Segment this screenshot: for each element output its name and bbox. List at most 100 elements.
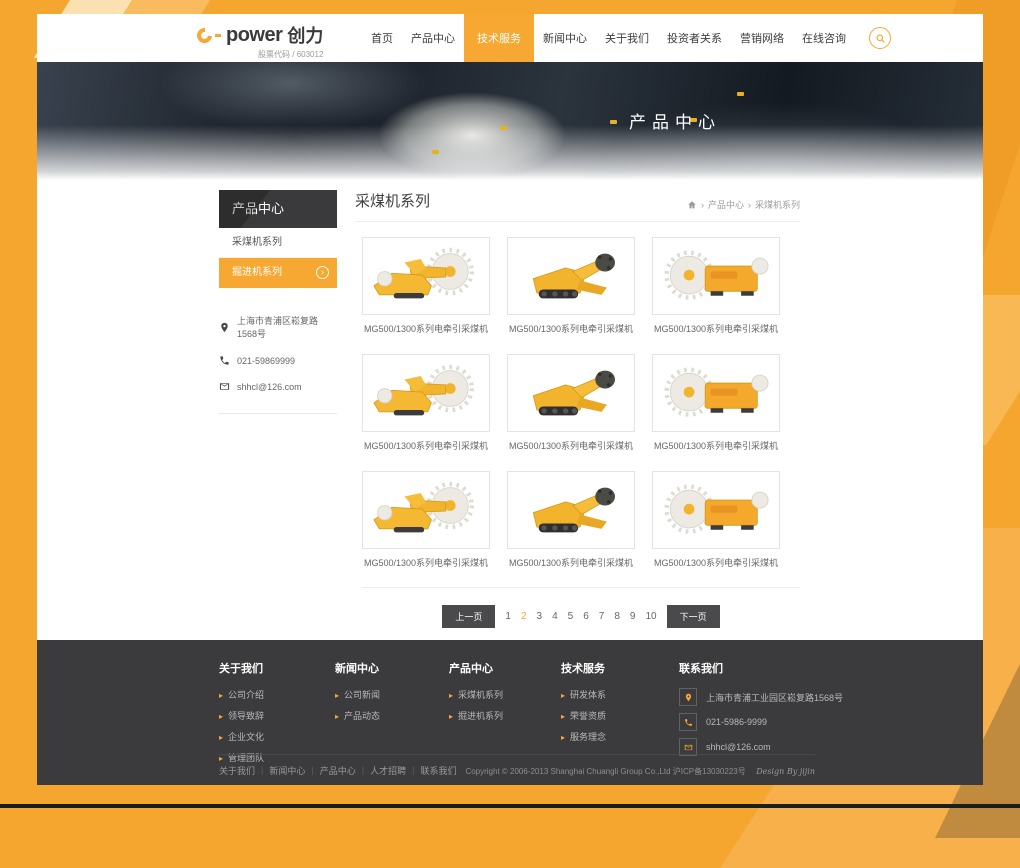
email-icon	[219, 381, 230, 392]
product-card[interactable]: MG500/1300系列电牵引采煤机	[507, 471, 635, 569]
page-4[interactable]: 4	[552, 611, 558, 622]
product-image-shearer-disc-right	[362, 471, 490, 549]
product-grid: MG500/1300系列电牵引采煤机 MG500/1300系列电牵引采煤机 MG…	[355, 237, 800, 569]
page-5[interactable]: 5	[568, 611, 574, 622]
product-card[interactable]: MG500/1300系列电牵引采煤机	[362, 354, 490, 452]
nav-item-tech-service[interactable]: 技术服务	[464, 14, 534, 62]
footer-link[interactable]: 服务理念	[561, 730, 679, 743]
product-image-roadheader	[507, 237, 635, 315]
link-separator: |	[412, 765, 414, 775]
product-card[interactable]: MG500/1300系列电牵引采煤机	[652, 237, 780, 335]
navbar: power 创力 股票代码 / 603012 首页 产品中心 技术服务 新闻中心…	[37, 14, 983, 62]
product-card[interactable]: MG500/1300系列电牵引采煤机	[507, 354, 635, 452]
nav-menu: 首页 产品中心 技术服务 新闻中心 关于我们 投资者关系 营销网络 在线咨询	[362, 14, 891, 62]
breadcrumb: › 产品中心 › 采煤机系列	[687, 198, 800, 211]
link-separator: |	[261, 765, 263, 775]
nav-item-marketing[interactable]: 营销网络	[731, 14, 793, 62]
sidebar: 产品中心 采煤机系列 掘进机系列 › 上海市青浦区崧复路1568号 021-59…	[219, 180, 337, 414]
bottom-link-careers[interactable]: 人才招聘	[370, 764, 406, 777]
product-title: MG500/1300系列电牵引采煤机	[507, 556, 635, 569]
logo-text: power	[226, 24, 282, 47]
page-2-current[interactable]: 2	[521, 611, 527, 622]
product-card[interactable]: MG500/1300系列电牵引采煤机	[362, 471, 490, 569]
nav-item-home[interactable]: 首页	[362, 14, 402, 62]
footer-link[interactable]: 研发体系	[561, 688, 679, 701]
truck-speck	[432, 150, 439, 154]
footer-email: shhcl@126.com	[706, 742, 771, 752]
prev-page-button[interactable]: 上一页	[442, 605, 495, 628]
page-title: 采煤机系列	[355, 190, 430, 211]
breadcrumb-current: 采煤机系列	[755, 198, 800, 211]
footer-link[interactable]: 领导致辞	[219, 709, 335, 722]
footer-col-title: 技术服务	[561, 660, 679, 676]
hero-title: 产品中心	[367, 108, 983, 133]
page-7[interactable]: 7	[599, 611, 605, 622]
product-title: MG500/1300系列电牵引采煤机	[652, 439, 780, 452]
chevron-right-icon: ›	[316, 266, 329, 279]
next-page-button[interactable]: 下一页	[667, 605, 720, 628]
sidebar-email-row: shhcl@126.com	[219, 381, 337, 392]
product-image-shearer-disc-right	[362, 354, 490, 432]
bottom-link-products[interactable]: 产品中心	[320, 764, 356, 777]
phone-icon	[679, 713, 697, 731]
logo[interactable]: power 创力 股票代码 / 603012	[197, 22, 323, 60]
footer-link[interactable]: 企业文化	[219, 730, 335, 743]
footer-col-title: 产品中心	[449, 660, 561, 676]
footer: 关于我们 公司介绍 领导致辞 企业文化 管理团队 新闻中心 公司新闻 产品动态 …	[37, 640, 983, 785]
product-card[interactable]: MG500/1300系列电牵引采煤机	[507, 237, 635, 335]
sidebar-item-shearer-series[interactable]: 采煤机系列	[219, 228, 337, 258]
sidebar-item-roadheader-series[interactable]: 掘进机系列 ›	[219, 258, 337, 288]
home-icon[interactable]	[687, 200, 697, 210]
breadcrumb-separator: ›	[701, 200, 704, 210]
product-card[interactable]: MG500/1300系列电牵引采煤机	[362, 237, 490, 335]
footer-link[interactable]: 公司新闻	[335, 688, 449, 701]
nav-item-investor[interactable]: 投资者关系	[658, 14, 731, 62]
footer-phone: 021-5986-9999	[706, 717, 767, 727]
pagination: 上一页 1 2 3 4 5 6 7 8 9 10 下一页	[362, 605, 800, 628]
product-image-roadheader	[507, 471, 635, 549]
location-pin-icon	[679, 688, 697, 706]
breadcrumb-products[interactable]: 产品中心	[708, 198, 744, 211]
product-title: MG500/1300系列电牵引采煤机	[362, 556, 490, 569]
bottom-link-news[interactable]: 新闻中心	[269, 764, 305, 777]
footer-link[interactable]: 公司介绍	[219, 688, 335, 701]
breadcrumb-separator: ›	[748, 200, 751, 210]
footer-phone-row: 021-5986-9999	[679, 713, 795, 731]
footer-bottom-bar: 关于我们 | 新闻中心 | 产品中心 | 人才招聘 | 联系我们 Copyrig…	[219, 754, 815, 785]
product-title: MG500/1300系列电牵引采煤机	[507, 322, 635, 335]
link-separator: |	[311, 765, 313, 775]
product-card[interactable]: MG500/1300系列电牵引采煤机	[652, 471, 780, 569]
bottom-link-contact[interactable]: 联系我们	[420, 764, 456, 777]
footer-link[interactable]: 产品动态	[335, 709, 449, 722]
product-card[interactable]: MG500/1300系列电牵引采煤机	[652, 354, 780, 452]
logo-ring-icon	[194, 24, 215, 45]
footer-link[interactable]: 掘进机系列	[449, 709, 561, 722]
page: power 创力 股票代码 / 603012 首页 产品中心 技术服务 新闻中心…	[37, 14, 983, 785]
bottom-edge-bar	[0, 804, 1020, 808]
bottom-link-about[interactable]: 关于我们	[219, 764, 255, 777]
footer-link[interactable]: 荣誉资质	[561, 709, 679, 722]
page-10[interactable]: 10	[645, 611, 656, 622]
page-3[interactable]: 3	[537, 611, 543, 622]
footer-col-title: 新闻中心	[335, 660, 449, 676]
truck-speck	[737, 92, 744, 96]
search-button[interactable]	[869, 27, 891, 49]
nav-item-online-consult[interactable]: 在线咨询	[793, 14, 855, 62]
footer-link[interactable]: 采煤机系列	[449, 688, 561, 701]
nav-item-products[interactable]: 产品中心	[402, 14, 464, 62]
sidebar-email: shhcl@126.com	[237, 382, 302, 392]
copyright-text: Copyright © 2006-2013 Shanghai Chuangli …	[465, 767, 745, 776]
product-image-shearer-disc-left	[652, 471, 780, 549]
product-image-shearer-disc-left	[652, 237, 780, 315]
page-1[interactable]: 1	[505, 611, 511, 622]
page-8[interactable]: 8	[614, 611, 620, 622]
page-9[interactable]: 9	[630, 611, 636, 622]
logo-tagline: 股票代码 / 603012	[197, 49, 323, 60]
nav-item-about[interactable]: 关于我们	[596, 14, 658, 62]
product-title: MG500/1300系列电牵引采煤机	[652, 322, 780, 335]
sidebar-item-label: 掘进机系列	[232, 267, 282, 278]
nav-item-news[interactable]: 新闻中心	[534, 14, 596, 62]
footer-col-title: 联系我们	[679, 660, 795, 676]
main-header: 采煤机系列 › 产品中心 › 采煤机系列	[355, 190, 800, 222]
page-6[interactable]: 6	[583, 611, 589, 622]
